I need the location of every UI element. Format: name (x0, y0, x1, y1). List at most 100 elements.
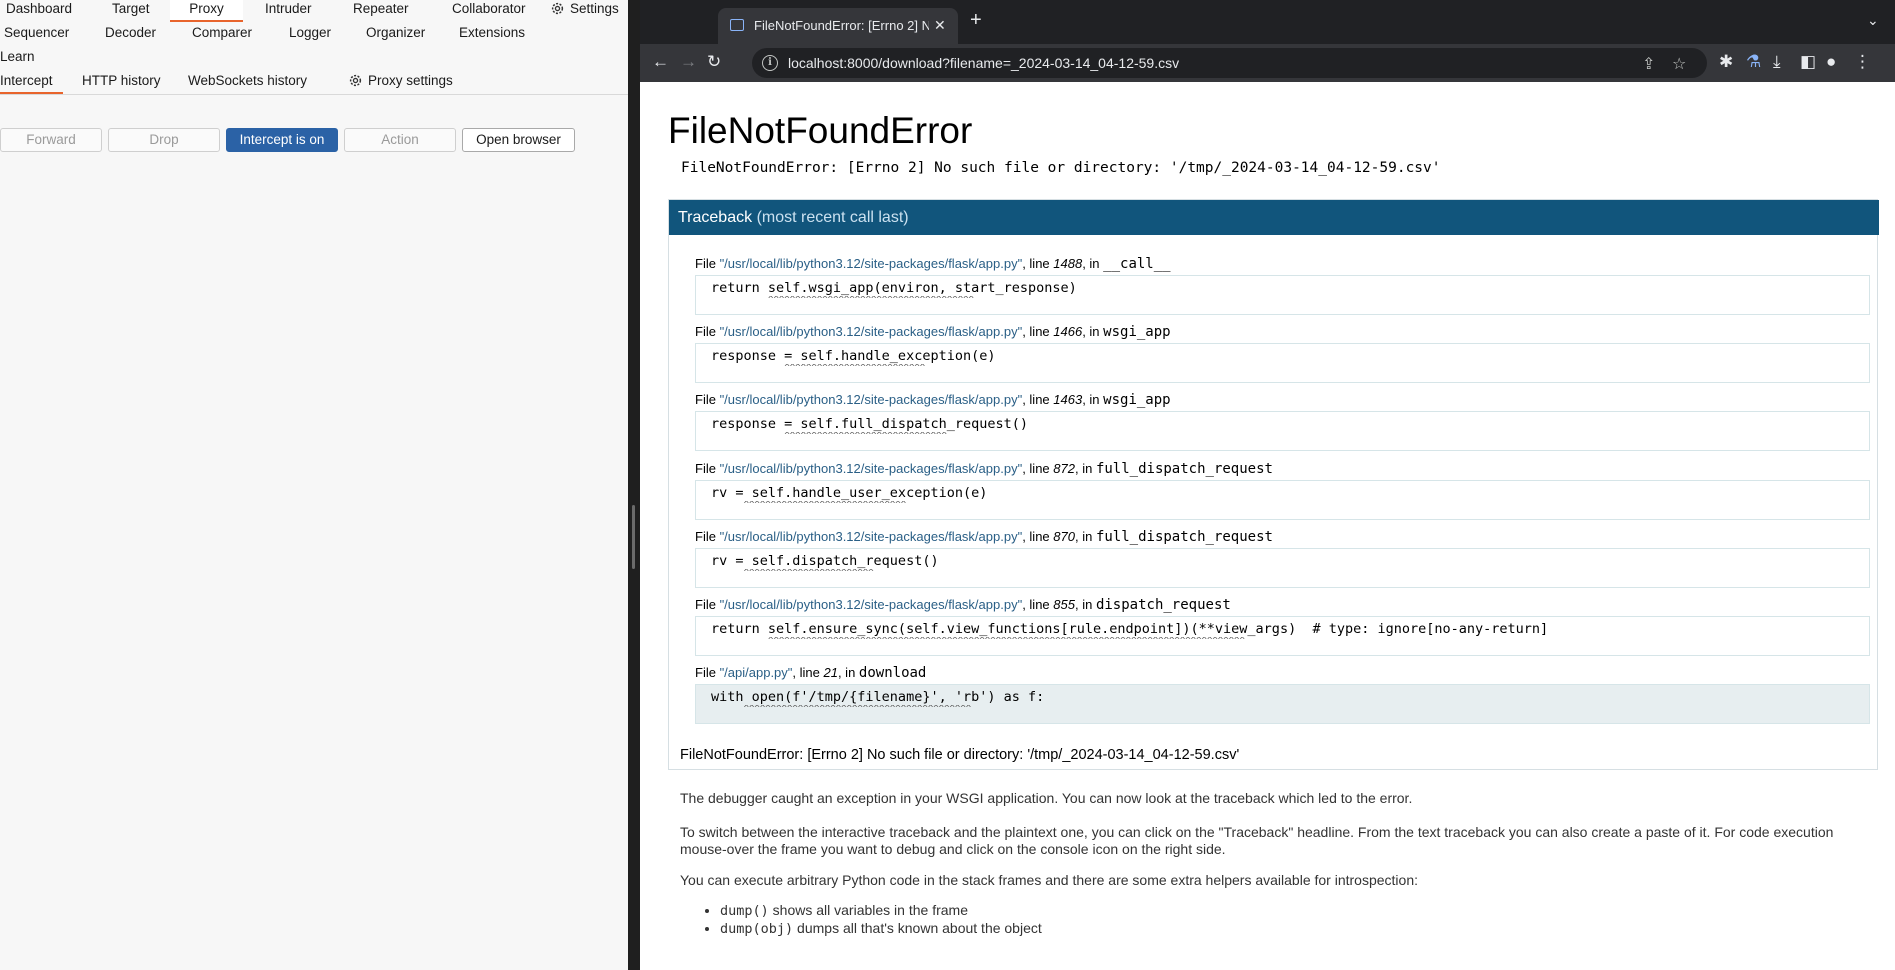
code-line[interactable]: response = self.full_dispatch_request() ^… (695, 411, 1870, 451)
list-item: dump(obj) dumps all that's known about t… (720, 920, 1042, 938)
gear-icon (349, 74, 362, 87)
tab-sequencer[interactable]: Sequencer (4, 24, 69, 46)
code-line[interactable]: return self.ensure_sync(self.view_functi… (695, 616, 1870, 656)
file-word: File (695, 324, 720, 339)
helper-text: dumps all that's known about the object (793, 920, 1042, 936)
drop-button[interactable]: Drop (108, 128, 220, 152)
frame-line-number: 1466 (1053, 324, 1083, 339)
tab-repeater[interactable]: Repeater (353, 0, 409, 22)
file-word: File (695, 665, 720, 680)
frame-line-number: 872 (1053, 461, 1075, 476)
error-marker: ^^^^^^^^^^^^^^^^^^^^^^^^ (743, 569, 874, 578)
subtab-http-history[interactable]: HTTP history (82, 73, 161, 88)
forward-button[interactable]: Forward (0, 128, 102, 152)
browser-window: FileNotFoundError: [Errno 2] No such fil… (640, 0, 1895, 970)
error-marker: ^^^^^^^^^^^^^^^^^^^^^^^^^^^^^^ (784, 432, 947, 441)
share-icon[interactable]: ⇪ (1642, 54, 1655, 74)
in-word: , in (1074, 461, 1096, 476)
line-word: , line (1022, 324, 1054, 339)
divider-grip[interactable] (632, 505, 635, 569)
bookmark-star-icon[interactable]: ☆ (1672, 54, 1686, 74)
in-word: , in (1082, 256, 1104, 271)
file-word: File (695, 256, 720, 271)
frame-function: wsgi_app (1103, 392, 1171, 408)
file-word: File (695, 597, 720, 612)
intercept-toggle-button[interactable]: Intercept is on (226, 128, 338, 152)
subtab-websockets-history[interactable]: WebSockets history (188, 73, 307, 88)
proxy-settings-label: Proxy settings (368, 73, 453, 88)
close-tab-icon[interactable]: ✕ (934, 17, 946, 34)
profile-avatar-icon[interactable]: ● (1826, 52, 1836, 72)
traceback-frame[interactable]: File "/usr/local/lib/python3.12/site-pac… (695, 323, 1870, 383)
file-word: File (695, 392, 720, 407)
frame-line-number: 870 (1053, 529, 1075, 544)
code-line[interactable]: with open(f'/tmp/{filename}', 'rb') as f… (695, 684, 1870, 724)
traceback-heading[interactable]: Traceback (most recent call last) (669, 200, 1879, 235)
subtab-intercept[interactable]: Intercept (0, 73, 63, 94)
code-line[interactable]: response = self.handle_exception(e) ^^^^^… (695, 343, 1870, 383)
tab-strip: FileNotFoundError: [Errno 2] No such fil… (640, 0, 1895, 44)
back-arrow-icon[interactable]: ← (652, 52, 669, 72)
tab-comparer[interactable]: Comparer (192, 24, 252, 46)
debugger-page: FileNotFoundError FileNotFoundError: [Er… (640, 82, 1895, 970)
url-text[interactable]: localhost:8000/download?filename=_2024-0… (788, 55, 1179, 71)
more-menu-icon[interactable]: ⋮ (1854, 52, 1871, 72)
traceback-heading-label: Traceback (678, 209, 753, 226)
settings-button[interactable]: Settings (550, 0, 619, 22)
helper-text: shows all variables in the frame (768, 902, 968, 918)
frame-location: File "/usr/local/lib/python3.12/site-pac… (695, 391, 1870, 409)
error-marker: ^^^^^^^^^^^^^^^^^^^^^^^^^^^^^^^^^^^^^^ (768, 296, 974, 305)
browser-tab[interactable]: FileNotFoundError: [Errno 2] No such fil… (718, 8, 958, 44)
site-info-icon[interactable]: i (762, 55, 778, 71)
tab-organizer[interactable]: Organizer (366, 24, 425, 46)
line-word: , line (1022, 529, 1054, 544)
code-line[interactable]: rv = self.dispatch_request() ^^^^^^^^^^^^… (695, 548, 1870, 588)
code-text: rv = self.handle_user_exception(e) (711, 485, 988, 501)
traceback-frame[interactable]: File "/usr/local/lib/python3.12/site-pac… (695, 596, 1870, 656)
address-bar[interactable]: i localhost:8000/download?filename=_2024… (752, 48, 1707, 78)
window-divider[interactable] (628, 0, 640, 970)
traceback-frame[interactable]: File "/usr/local/lib/python3.12/site-pac… (695, 460, 1870, 520)
action-button[interactable]: Action (344, 128, 456, 152)
error-marker: ^^^^^^^^^^^^^^^^^^^^^^^^^^ (784, 364, 926, 373)
proxy-subtabs: Intercept HTTP history WebSockets histor… (0, 71, 628, 95)
reload-icon[interactable]: ↻ (707, 52, 721, 72)
debugger-info-paragraph: The debugger caught an exception in your… (680, 790, 1413, 806)
tab-dashboard[interactable]: Dashboard (6, 0, 72, 22)
traceback-frame[interactable]: File "/api/app.py", line 21, in download… (695, 664, 1870, 724)
tab-target[interactable]: Target (112, 0, 150, 22)
tab-extensions[interactable]: Extensions (459, 24, 525, 46)
download-icon[interactable]: ⤓ (1773, 52, 1781, 72)
code-text: response = self.full_dispatch_request() (711, 416, 1028, 432)
traceback-frame[interactable]: File "/usr/local/lib/python3.12/site-pac… (695, 255, 1870, 315)
line-word: , line (1022, 256, 1054, 271)
error-marker: ^^^^^^^^^^^^^^^^^^^^^^^^^^^^^^^^^^^^^^^^… (743, 705, 972, 714)
forward-arrow-icon[interactable]: → (680, 52, 697, 72)
tab-intruder[interactable]: Intruder (265, 0, 312, 22)
tab-logger[interactable]: Logger (289, 24, 331, 46)
chevron-down-icon[interactable]: ⌄ (1867, 12, 1879, 29)
open-browser-button[interactable]: Open browser (462, 128, 575, 152)
traceback-frame[interactable]: File "/usr/local/lib/python3.12/site-pac… (695, 528, 1870, 588)
frame-location: File "/usr/local/lib/python3.12/site-pac… (695, 460, 1870, 478)
code-text: with open(f'/tmp/{filename}', 'rb') as f… (711, 689, 1045, 705)
tab-collaborator[interactable]: Collaborator (452, 0, 526, 22)
tab-decoder[interactable]: Decoder (105, 24, 156, 46)
extensions-puzzle-icon[interactable]: ✱ (1719, 52, 1733, 72)
traceback-footer-error: FileNotFoundError: [Errno 2] No such fil… (680, 747, 1240, 763)
helpers-list: dump() shows all variables in the frame … (700, 902, 1042, 938)
traceback-frame[interactable]: File "/usr/local/lib/python3.12/site-pac… (695, 391, 1870, 451)
tab-proxy[interactable]: Proxy (170, 0, 243, 22)
error-message: FileNotFoundError: [Errno 2] No such fil… (681, 160, 1441, 176)
traceback-heading-sub: (most recent call last) (756, 209, 909, 226)
page-favicon-icon (730, 19, 744, 31)
code-line[interactable]: return self.wsgi_app(environ, start_resp… (695, 275, 1870, 315)
code-line[interactable]: rv = self.handle_user_exception(e) ^^^^^^… (695, 480, 1870, 520)
proxy-settings-button[interactable]: Proxy settings (348, 73, 453, 88)
traceback-switch-paragraph: To switch between the interactive traceb… (680, 824, 1834, 857)
side-panel-icon[interactable]: ◧ (1800, 52, 1816, 72)
frame-line-number: 855 (1053, 597, 1075, 612)
new-tab-icon[interactable]: + (970, 10, 982, 30)
tab-learn[interactable]: Learn (0, 48, 35, 70)
extension-flask-icon[interactable]: ⚗ (1746, 52, 1761, 72)
